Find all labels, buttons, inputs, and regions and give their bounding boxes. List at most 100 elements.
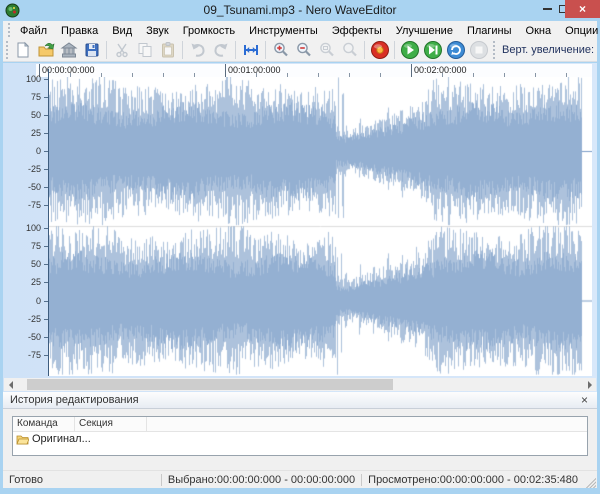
toolbar-grip: [6, 41, 8, 59]
axis-label: -50: [27, 182, 41, 193]
axis-label: 50: [30, 259, 41, 270]
zoom-selection-icon: [318, 41, 336, 59]
undo-icon: [189, 41, 207, 59]
menu-item-7[interactable]: Эффекты: [325, 23, 389, 39]
axis-tick: [44, 228, 48, 230]
play-all-icon: [423, 40, 443, 60]
ruler-major-tick: [225, 64, 226, 77]
audio-bank-button[interactable]: [57, 40, 80, 61]
axis-tick: [44, 205, 48, 207]
axis-label: -25: [27, 313, 41, 324]
record-button[interactable]: [368, 40, 391, 61]
axis-tick: [44, 96, 48, 98]
status-ready: Готово: [9, 473, 43, 486]
play-button[interactable]: [398, 40, 421, 61]
minimize-button[interactable]: [540, 0, 554, 18]
history-list: Команда Секция Оригинал...: [12, 416, 588, 456]
redo-icon: [212, 41, 230, 59]
copy-button[interactable]: [133, 40, 156, 61]
axis-tick: [44, 187, 48, 189]
copy-icon: [136, 41, 154, 59]
menu-item-6[interactable]: Инструменты: [242, 23, 325, 39]
zoom-window-button[interactable]: [338, 40, 361, 61]
status-viewed-range: Просмотрено:00:00:00:000 - 00:02:35:480: [361, 473, 584, 486]
stop-icon: [469, 40, 489, 60]
scroll-right-arrow-icon[interactable]: [583, 378, 596, 391]
axis-label: -50: [27, 331, 41, 342]
menu-item-1[interactable]: Файл: [13, 23, 54, 39]
axis-tick: [44, 169, 48, 171]
axis-tick: [44, 318, 48, 320]
toolbar-grip: [8, 22, 10, 38]
scroll-left-arrow-icon[interactable]: [4, 378, 17, 391]
toolbar-separator: [106, 41, 107, 59]
history-panel: История редактирования × Команда Секция О…: [3, 392, 597, 470]
paste-icon: [159, 41, 177, 59]
undo-button[interactable]: [186, 40, 209, 61]
history-row[interactable]: Оригинал...: [13, 432, 587, 446]
axis-label: 75: [30, 91, 41, 102]
close-icon[interactable]: ×: [579, 393, 590, 407]
axis-label: 50: [30, 109, 41, 120]
toolbar-separator: [235, 41, 236, 59]
scrollbar-thumb[interactable]: [27, 379, 393, 390]
new-button[interactable]: [11, 40, 34, 61]
history-command: Оригинал...: [32, 433, 91, 445]
save-icon: [83, 41, 101, 59]
open-button[interactable]: [34, 40, 57, 61]
menu-item-10[interactable]: Окна: [519, 23, 559, 39]
history-column-1[interactable]: Команда: [13, 417, 75, 431]
axis-tick: [44, 246, 48, 248]
axis-tick: [44, 282, 48, 284]
stop-button[interactable]: [467, 40, 490, 61]
vertical-zoom-label: Верт. увеличение:: [502, 44, 595, 56]
ruler-time-label: 00:01:00:000: [228, 65, 281, 75]
open-icon: [37, 41, 55, 59]
fit-width-button[interactable]: [239, 40, 262, 61]
new-icon: [14, 41, 32, 59]
zoom-selection-button[interactable]: [315, 40, 338, 61]
fit-width-icon: [242, 41, 260, 59]
axis-tick: [44, 78, 48, 80]
loop-icon: [446, 40, 466, 60]
time-ruler[interactable]: 00:00:00:000 00:01:00:000 00:02:00:000: [36, 64, 592, 77]
ruler-time-label: 00:00:00:000: [42, 65, 95, 75]
axis-tick: [44, 151, 48, 152]
toolbar-separator: [394, 41, 395, 59]
status-bar: Готово Выбрано:00:00:00:000 - 00:00:00:0…: [3, 470, 597, 488]
status-selected-range: Выбрано:00:00:00:000 - 00:00:00:000: [160, 473, 361, 486]
toolbar: Верт. увеличение: 100% ▼: [3, 39, 597, 62]
folder-icon: [16, 434, 29, 445]
axis-label: -25: [27, 164, 41, 175]
menu-item-11[interactable]: Опции: [558, 23, 600, 39]
menu-item-9[interactable]: Плагины: [460, 23, 519, 39]
menu-item-4[interactable]: Звук: [139, 23, 176, 39]
app-window: 09_Tsunami.mp3 - Nero WaveEditor × Файл П…: [0, 0, 600, 494]
axis-tick: [44, 264, 48, 266]
menu-item-3[interactable]: Вид: [105, 23, 139, 39]
axis-tick: [44, 336, 48, 338]
axis-label: 25: [30, 277, 41, 288]
menu-item-5[interactable]: Громкость: [176, 23, 242, 39]
close-button[interactable]: ×: [565, 0, 600, 18]
zoom-in-button[interactable]: [269, 40, 292, 61]
waveform-panel: 00:00:00:000 00:01:00:000 00:02:00:000 100…: [3, 63, 597, 392]
history-column-2[interactable]: Секция: [75, 417, 147, 431]
resize-grip[interactable]: [584, 476, 596, 488]
menu-item-8[interactable]: Улучшение: [389, 23, 460, 39]
menu-item-2[interactable]: Правка: [54, 23, 105, 39]
waveform-canvas[interactable]: [49, 77, 592, 376]
toolbar-separator: [182, 41, 183, 59]
zoom-out-button[interactable]: [292, 40, 315, 61]
zoom-out-icon: [295, 41, 313, 59]
axis-label: 100: [25, 73, 41, 84]
axis-label: -75: [27, 200, 41, 211]
save-button[interactable]: [80, 40, 103, 61]
redo-button[interactable]: [209, 40, 232, 61]
play-all-button[interactable]: [421, 40, 444, 61]
paste-button[interactable]: [156, 40, 179, 61]
horizontal-scrollbar[interactable]: [4, 378, 596, 391]
audio-bank-icon: [59, 41, 78, 59]
loop-button[interactable]: [444, 40, 467, 61]
cut-button[interactable]: [110, 40, 133, 61]
